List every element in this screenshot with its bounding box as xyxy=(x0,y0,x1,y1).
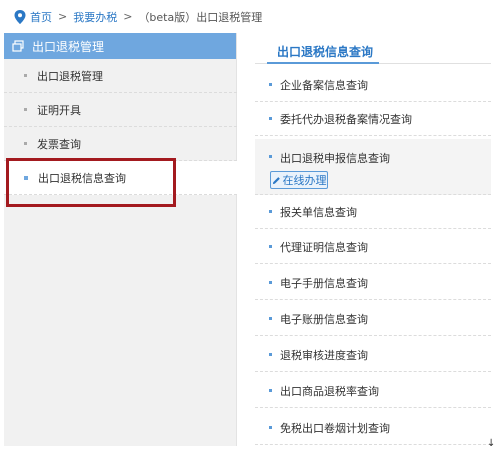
bullet-icon xyxy=(269,83,272,86)
sidebar-item-label: 发票查询 xyxy=(37,137,81,151)
query-item-e-handbook[interactable]: 电子手册信息查询 xyxy=(255,266,491,300)
query-item-label: 出口退税申报信息查询 xyxy=(280,152,390,165)
bullet-icon xyxy=(269,389,272,392)
bullet-icon xyxy=(24,74,27,77)
query-item-label: 报关单信息查询 xyxy=(280,205,357,219)
query-item-label: 电子账册信息查询 xyxy=(280,312,368,326)
query-item-label: 退税审核进度查询 xyxy=(280,348,368,362)
location-pin-icon xyxy=(14,9,26,24)
query-item-review-progress[interactable]: 退税审核进度查询 xyxy=(255,338,491,372)
query-item-refund-rate[interactable]: 出口商品退税率查询 xyxy=(255,374,491,408)
bullet-icon xyxy=(269,281,272,284)
breadcrumb-tax-link[interactable]: 我要办税 xyxy=(73,9,117,25)
bullet-icon xyxy=(269,353,272,356)
bullet-icon xyxy=(24,142,27,145)
sidebar-item-certificate-issuance[interactable]: 证明开具 xyxy=(4,93,237,127)
pencil-icon xyxy=(272,176,280,184)
bullet-icon xyxy=(269,155,272,158)
bullet-icon xyxy=(269,245,272,248)
breadcrumb: 首页 > 我要办税 > （beta版）出口退税管理 xyxy=(0,0,499,33)
sidebar-header[interactable]: 出口退税管理 xyxy=(4,33,236,59)
title-underline xyxy=(267,62,379,64)
breadcrumb-separator: > xyxy=(58,10,68,23)
sidebar-title: 出口退税管理 xyxy=(32,39,105,54)
query-item-e-ledger[interactable]: 电子账册信息查询 xyxy=(255,302,491,336)
query-item-agency-certificate[interactable]: 代理证明信息查询 xyxy=(255,230,491,264)
sidebar-item-label: 出口退税管理 xyxy=(37,69,103,83)
query-item-agency-filing[interactable]: 委托代办退税备案情况查询 xyxy=(255,102,491,136)
online-handle-label: 在线办理 xyxy=(282,174,327,187)
bullet-icon xyxy=(269,426,272,429)
breadcrumb-home-link[interactable]: 首页 xyxy=(30,9,52,25)
window-icon xyxy=(12,40,24,52)
sidebar-item-label: 证明开具 xyxy=(37,103,81,117)
query-item-enterprise-filing[interactable]: 企业备案信息查询 xyxy=(255,68,491,102)
bullet-icon xyxy=(24,108,27,111)
main-title-bar: 出口退税信息查询 xyxy=(255,33,491,64)
breadcrumb-separator: > xyxy=(123,10,133,23)
query-item-label: 电子手册信息查询 xyxy=(280,276,368,290)
sidebar-item-label: 出口退税信息查询 xyxy=(38,171,126,185)
breadcrumb-current: （beta版）出口退税管理 xyxy=(138,10,263,24)
query-item-label: 企业备案信息查询 xyxy=(280,78,368,92)
query-item-label: 代理证明信息查询 xyxy=(280,240,368,254)
corner-mark: ↓ xyxy=(487,438,496,449)
query-item-label: 免税出口卷烟计划查询 xyxy=(280,421,390,435)
query-item-duty-free-cigarette[interactable]: 免税出口卷烟计划查询 xyxy=(255,411,491,445)
bullet-icon xyxy=(269,117,272,120)
query-item-customs-declaration[interactable]: 报关单信息查询 xyxy=(255,195,491,229)
main-panel: 出口退税信息查询 企业备案信息查询 委托代办退税备案情况查询 出口退税申报信息查… xyxy=(255,33,491,446)
query-item-label: 委托代办退税备案情况查询 xyxy=(280,112,412,126)
sidebar-item-refund-info-query[interactable]: 出口退税信息查询 xyxy=(4,161,237,195)
sidebar-item-invoice-query[interactable]: 发票查询 xyxy=(4,127,237,161)
bullet-icon xyxy=(269,317,272,320)
query-item-label: 出口商品退税率查询 xyxy=(280,384,379,398)
sidebar-item-export-refund-management[interactable]: 出口退税管理 xyxy=(4,59,237,93)
online-handle-button[interactable]: 在线办理 xyxy=(270,171,328,189)
bullet-icon xyxy=(269,210,272,213)
sidebar: 出口退税管理 出口退税管理 证明开具 发票查询 出口退税信息查询 xyxy=(4,33,237,446)
bullet-icon xyxy=(24,175,28,180)
page-title: 出口退税信息查询 xyxy=(277,45,374,59)
